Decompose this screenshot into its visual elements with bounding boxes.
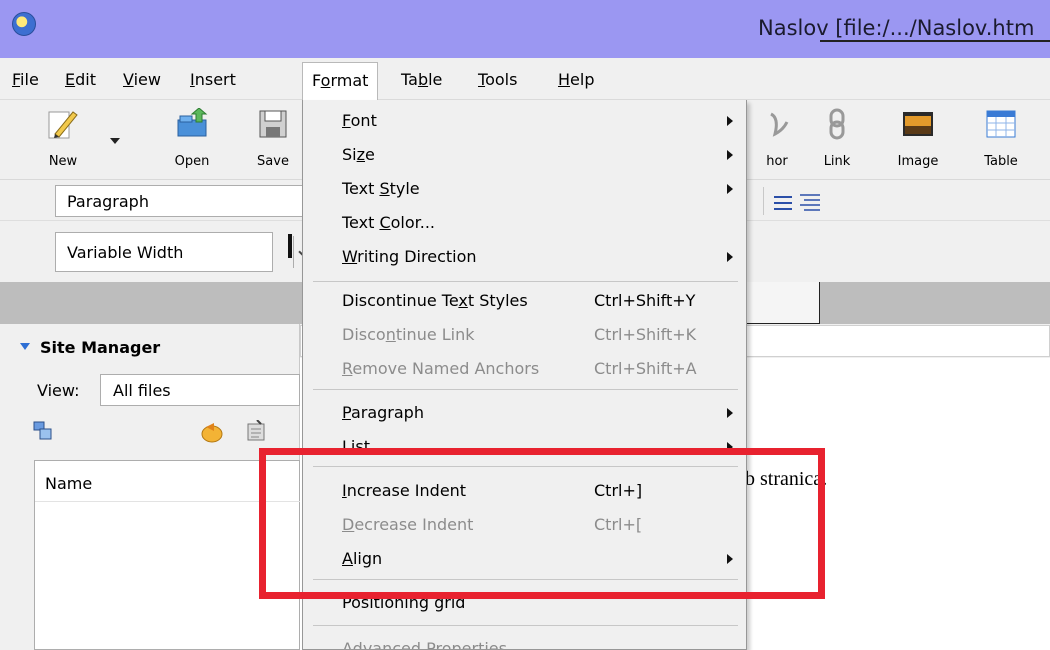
refresh-icon[interactable] xyxy=(200,421,224,443)
menu-item-discontinue-text-styles[interactable]: Discontinue Text Styles Ctrl+Shift+Y xyxy=(303,284,746,318)
shortcut-text: Ctrl+Shift+Y xyxy=(594,291,696,310)
table-button[interactable]: Table xyxy=(972,106,1030,176)
view-filter-select[interactable]: All files xyxy=(100,374,300,406)
site-manager-panel: Site Manager View: All files Name xyxy=(0,324,301,650)
menu-item-writing-direction[interactable]: Writing Direction xyxy=(303,240,746,274)
collapse-triangle-icon[interactable] xyxy=(20,343,30,350)
site-tree-icon[interactable] xyxy=(33,421,53,441)
menu-separator xyxy=(313,281,738,282)
menu-table[interactable]: Table xyxy=(401,70,442,89)
menu-item-size[interactable]: Size xyxy=(303,138,746,172)
bullet-list-icon[interactable] xyxy=(774,196,792,210)
menu-bar: File Edit View Insert Format Table Tools… xyxy=(0,58,1050,100)
anchor-icon xyxy=(770,112,789,137)
menu-separator xyxy=(313,389,738,390)
window-title: Naslov [file:/.../Naslov.htm xyxy=(758,16,1035,40)
list-buttons xyxy=(763,187,820,215)
chain-link-icon xyxy=(829,108,845,140)
tab-underline xyxy=(820,40,1050,42)
floppy-disk-icon xyxy=(259,110,287,138)
numbered-list-icon[interactable] xyxy=(800,194,820,211)
save-button[interactable]: Save xyxy=(244,106,302,176)
submenu-arrow-icon xyxy=(727,184,733,194)
submenu-arrow-icon xyxy=(727,116,733,126)
submenu-arrow-icon xyxy=(727,252,733,262)
anchor-button[interactable]: hor xyxy=(748,106,806,176)
title-bar[interactable]: Naslov [file:/.../Naslov.htm xyxy=(0,0,1050,58)
new-button[interactable]: New xyxy=(34,106,92,176)
submenu-arrow-icon xyxy=(727,150,733,160)
open-folder-icon xyxy=(177,108,208,137)
menu-item-text-style[interactable]: Text Style xyxy=(303,172,746,206)
menu-help[interactable]: Help xyxy=(558,70,594,89)
menu-item-remove-named-anchors: Remove Named Anchors Ctrl+Shift+A xyxy=(342,359,697,378)
menu-format[interactable]: Format xyxy=(302,62,379,100)
menu-view[interactable]: View xyxy=(123,70,161,89)
shortcut-text: Ctrl+Shift+K xyxy=(594,325,697,344)
shortcut-text: Ctrl+Shift+A xyxy=(594,359,697,378)
edit-site-icon[interactable] xyxy=(247,420,267,442)
open-button[interactable]: Open xyxy=(163,106,221,176)
pencil-icon xyxy=(48,111,78,139)
menu-tools[interactable]: Tools xyxy=(478,70,517,89)
link-button[interactable]: Link xyxy=(808,106,866,176)
image-icon xyxy=(903,112,933,136)
menu-edit[interactable]: Edit xyxy=(65,70,96,89)
name-column-header[interactable]: Name xyxy=(45,474,92,493)
font-family-select[interactable]: Variable Width xyxy=(55,232,294,272)
menu-item-discontinue-link: Discontinue Link Ctrl+Shift+K xyxy=(342,325,697,344)
highlight-box xyxy=(259,448,825,599)
image-button[interactable]: Image xyxy=(889,106,947,176)
menu-item-text-color[interactable]: Text Color... xyxy=(303,206,746,240)
table-grid-icon xyxy=(986,110,1016,138)
paragraph-format-select[interactable]: Paragraph xyxy=(55,185,310,217)
menu-file[interactable]: File xyxy=(12,70,39,89)
app-icon[interactable] xyxy=(12,12,36,36)
menu-insert[interactable]: Insert xyxy=(190,70,236,89)
text-color-swatch[interactable] xyxy=(288,234,292,258)
menu-item-paragraph[interactable]: Paragraph xyxy=(303,396,746,430)
menu-separator xyxy=(313,625,738,626)
new-dropdown-caret-icon[interactable] xyxy=(110,138,120,144)
view-label: View: xyxy=(37,381,80,400)
site-manager-title: Site Manager xyxy=(40,338,161,357)
submenu-arrow-icon xyxy=(727,408,733,418)
menu-item-font[interactable]: Font xyxy=(303,104,746,138)
menu-item-advanced-properties: Advanced Properties xyxy=(342,639,507,650)
